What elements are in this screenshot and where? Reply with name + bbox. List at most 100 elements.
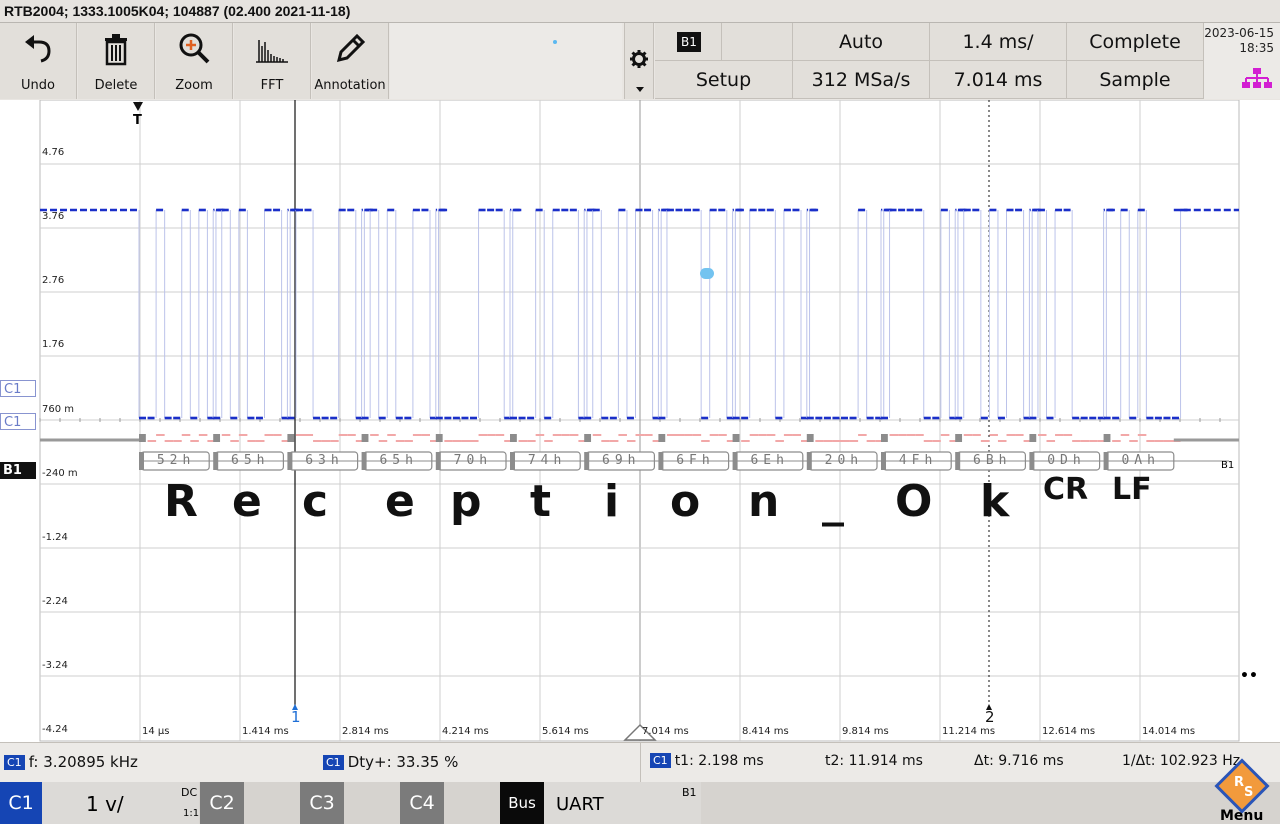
fft-label: FFT xyxy=(260,78,284,93)
decode-byte-label: 0Dh xyxy=(1047,453,1086,468)
ch1-trigger-level-marker[interactable]: C1 xyxy=(0,380,36,397)
measurement-channel: C1 xyxy=(4,755,25,770)
bus-protocol: UART xyxy=(556,794,604,815)
dropdown-arrow-icon xyxy=(636,87,644,92)
frequency-value: f: 3.20895 kHz xyxy=(28,753,138,771)
annotation-letter: p xyxy=(450,476,482,527)
x-tick-label: 14 µs xyxy=(142,726,170,737)
annotation-label: Annotation xyxy=(314,78,386,93)
decode-byte-label: 6Bh xyxy=(973,453,1012,468)
y-tick-label: 4.76 xyxy=(42,147,65,158)
sample-rate[interactable]: 312 MSa/s xyxy=(793,61,930,99)
decode-start-bit xyxy=(435,434,443,442)
decode-start-bit xyxy=(732,434,740,442)
trigger-mode[interactable]: Auto xyxy=(793,23,930,61)
y-tick-label: 760 m xyxy=(42,404,75,415)
ch2-settings[interactable] xyxy=(244,782,299,824)
bus-indicator[interactable]: B1 xyxy=(655,23,793,61)
menu-button[interactable]: RS Menu xyxy=(1204,758,1280,824)
decode-byte-label: 0Ah xyxy=(1121,453,1160,468)
bus-position-marker[interactable]: B1 xyxy=(0,462,36,479)
annotation-letter: e xyxy=(385,476,415,527)
ch3-tab[interactable]: C3 xyxy=(300,782,344,824)
frequency-measurement[interactable]: C1 f: 3.20895 kHz xyxy=(4,753,138,771)
bus-end-label: B1 xyxy=(1221,460,1235,471)
time: 18:35 xyxy=(1239,41,1274,55)
undo-button[interactable]: Undo xyxy=(0,23,77,99)
decode-byte-label: 69h xyxy=(602,453,641,468)
bus-tab[interactable]: Bus xyxy=(500,782,544,824)
y-tick-label: -240 m xyxy=(42,468,78,479)
ch2-tab[interactable]: C2 xyxy=(200,782,244,824)
decode-byte-label: 6Fh xyxy=(676,453,715,468)
fft-icon xyxy=(234,31,310,67)
decode-byte-label: 74h xyxy=(527,453,567,468)
cursor2-label[interactable]: 2 xyxy=(985,708,995,726)
annotation-letter: R xyxy=(164,476,198,527)
decode-byte-label: 65h xyxy=(231,453,270,468)
ch4-settings[interactable] xyxy=(444,782,499,824)
acquisition-state[interactable]: Complete xyxy=(1067,23,1204,61)
zoom-button[interactable]: Zoom xyxy=(156,23,233,99)
annotation-button[interactable]: Annotation xyxy=(312,23,389,99)
x-tick-label: 14.014 ms xyxy=(1142,726,1196,737)
ch1-settings[interactable]: 1 v/ DC 1:1 xyxy=(42,782,199,824)
waveform-display[interactable]: T 4.76 3.76 2.76 1.76 760 m -240 m -1.24… xyxy=(0,100,1280,742)
network-icon xyxy=(1242,67,1272,93)
bus-badge: B1 xyxy=(677,32,701,52)
annotation-letter: o xyxy=(670,476,701,527)
pencil-icon xyxy=(312,31,388,67)
edge-dots: •• xyxy=(1240,668,1258,684)
decode-start-bit xyxy=(287,434,295,442)
decode-byte-label: 63h xyxy=(305,453,344,468)
y-tick-label: 3.76 xyxy=(42,211,65,222)
settings-button[interactable] xyxy=(624,23,654,99)
y-tick-label: -4.24 xyxy=(42,724,68,735)
menu-label: Menu xyxy=(1220,808,1264,824)
y-tick-label: -3.24 xyxy=(42,660,68,671)
decode-byte-label: 70h xyxy=(453,453,493,468)
duty-measurement[interactable]: C1 Dty+: 33.35 % xyxy=(323,753,458,771)
date: 2023-06-15 xyxy=(1204,26,1274,40)
ch3-settings[interactable] xyxy=(344,782,399,824)
ch1-tab[interactable]: C1 xyxy=(0,782,42,824)
ch1-coupling: DC xyxy=(181,786,198,799)
annotation-letter: t xyxy=(530,476,552,527)
ch1-offset-marker[interactable]: C1 xyxy=(0,413,36,430)
trigger-position[interactable]: 7.014 ms xyxy=(930,61,1067,99)
x-tick-label: 12.614 ms xyxy=(1042,726,1096,737)
fft-button[interactable]: FFT xyxy=(234,23,311,99)
setup-button[interactable]: Setup xyxy=(655,61,793,99)
y-tick-label: -1.24 xyxy=(42,532,68,543)
decode-start-bit xyxy=(584,434,592,442)
x-tick-label: 11.214 ms xyxy=(942,726,996,737)
decode-start-bit xyxy=(213,434,221,442)
window-title: RTB2004; 1333.1005K04; 104887 (02.400 20… xyxy=(0,0,1280,23)
cursor-t2: t2: 11.914 ms xyxy=(825,753,923,769)
decode-start-bit xyxy=(510,434,517,442)
y-tick-label: 2.76 xyxy=(42,275,65,286)
annotation-letter: CR xyxy=(1043,472,1089,507)
timebase[interactable]: 1.4 ms/ xyxy=(930,23,1067,61)
touch-point xyxy=(700,268,714,279)
annotation-letter: n xyxy=(748,476,780,527)
trigger-marker[interactable]: T xyxy=(133,113,142,128)
x-tick-label: 5.614 ms xyxy=(542,726,589,737)
zoom-label: Zoom xyxy=(175,78,213,93)
zoom-icon xyxy=(156,31,232,67)
decode-start-bit xyxy=(361,434,369,442)
annotation-letter: i xyxy=(604,476,620,527)
annotation-letter: O xyxy=(895,476,933,527)
ch4-tab[interactable]: C4 xyxy=(400,782,444,824)
delete-button[interactable]: Delete xyxy=(78,23,155,99)
cursor1-label[interactable]: 1 xyxy=(291,708,301,726)
bus-settings[interactable]: UART B1 xyxy=(544,782,701,824)
decode-start-bit xyxy=(806,434,814,442)
cursor-t1[interactable]: C1 t1: 2.198 ms xyxy=(650,753,764,769)
gear-icon xyxy=(629,49,649,73)
measurement-bar: C1 f: 3.20895 kHz C1 Dty+: 33.35 % C1 t1: 2… xyxy=(0,742,1280,783)
date-time: 2023-06-15 18:35 xyxy=(1204,23,1280,99)
x-tick-label: 2.814 ms xyxy=(342,726,389,737)
acquisition-mode[interactable]: Sample xyxy=(1067,61,1204,99)
bus-id: B1 xyxy=(682,786,697,799)
